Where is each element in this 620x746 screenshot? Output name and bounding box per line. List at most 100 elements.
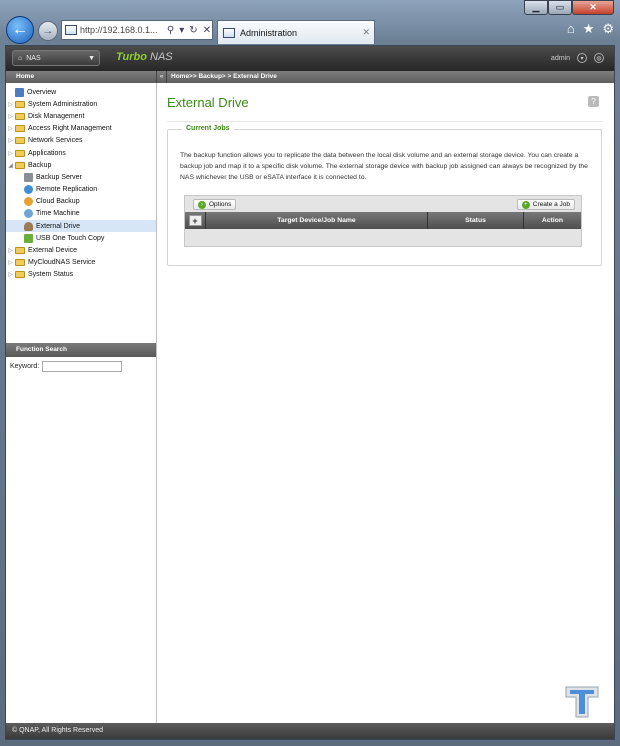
table-header: + Target Device/Job Name Status Action (185, 212, 581, 229)
sidebar-item-external-drive[interactable]: External Drive (6, 220, 156, 233)
folder-icon (15, 247, 25, 255)
title-divider (167, 121, 602, 122)
sidebar-item-label: Cloud Backup (36, 198, 80, 206)
user-area: admin ▾ ◍ (551, 53, 604, 63)
expand-icon[interactable]: ▷ (6, 125, 15, 132)
back-arrow-icon[interactable]: ← (6, 16, 34, 44)
expand-icon[interactable]: ▷ (6, 247, 15, 254)
section-title: Current Jobs (182, 125, 234, 132)
column-action[interactable]: Action (524, 212, 581, 229)
collapse-icon[interactable]: ◢ (6, 162, 15, 169)
home-icon[interactable]: ⌂ (567, 21, 575, 37)
sidebar-item-label: Backup (28, 161, 52, 169)
folder-icon (15, 149, 25, 157)
usb-icon (24, 233, 33, 243)
sidebar-item-label: External Drive (36, 222, 80, 230)
address-bar[interactable]: http://192.168.0.1... ⚲ ▾ ↻ ✕ (61, 20, 213, 40)
options-label: Options (209, 201, 232, 208)
page-footer: © QNAP, All Rights Reserved (6, 723, 614, 739)
globe-icon[interactable]: ◍ (594, 53, 604, 63)
table-toolbar: › Options + Create a Job (185, 196, 581, 212)
page-title: External Drive (167, 95, 249, 110)
navigation-tree: Overview ▷ System Administration ▷ Disk Ma… (6, 83, 156, 281)
expand-icon[interactable]: ▷ (6, 259, 15, 266)
gear-icon[interactable]: ⚙ (602, 21, 614, 37)
folder-icon (15, 125, 25, 133)
sidebar-item-usb-one-touch-copy[interactable]: USB One Touch Copy (6, 232, 156, 244)
tab-label: Administration (240, 27, 298, 38)
sidebar-item-mycloudnas-service[interactable]: ▷ MyCloudNAS Service (6, 257, 156, 269)
keyword-input[interactable] (42, 361, 123, 372)
maximize-button[interactable]: ▭ (548, 0, 572, 15)
sidebar-item-access-right-management[interactable]: ▷ Access Right Management (6, 123, 156, 135)
arrow-right-icon: › (198, 200, 206, 209)
breadcrumb-bar: Home « Home>> Backup> > External Drive (6, 71, 614, 83)
cloud-icon (24, 197, 33, 207)
collapse-sidebar-icon[interactable]: « (157, 71, 167, 83)
create-job-button[interactable]: + Create a Job (516, 199, 575, 210)
plus-icon[interactable]: + (188, 215, 202, 226)
web-page: ⌂ NAS ▼ Turbo NAS admin ▾ ◍ Home « Home>… (5, 45, 615, 740)
options-button[interactable]: › Options (193, 199, 237, 210)
globe-icon (24, 185, 33, 195)
server-icon (24, 172, 33, 182)
sidebar-item-system-status[interactable]: ▷ System Status (6, 269, 156, 281)
search-icon[interactable]: ⚲ (166, 25, 175, 36)
column-status[interactable]: Status (428, 212, 524, 229)
tab-page-icon (223, 27, 235, 38)
help-icon[interactable]: ? (588, 96, 599, 107)
folder-icon (15, 271, 25, 279)
sidebar-item-label: System Administration (28, 100, 98, 108)
column-target-device[interactable]: Target Device/Job Name (206, 212, 428, 229)
favorites-star-icon[interactable]: ★ (583, 21, 595, 37)
sidebar-item-external-device[interactable]: ▷ External Device (6, 244, 156, 256)
sidebar-home-label: Home (6, 71, 157, 83)
sidebar-item-applications[interactable]: ▷ Applications (6, 147, 156, 159)
expand-icon[interactable]: ▷ (6, 101, 15, 108)
user-dropdown-icon[interactable]: ▾ (577, 53, 587, 63)
sidebar-item-backup[interactable]: ◢ Backup (6, 159, 156, 171)
window-controls: ▁ ▭ ✕ (524, 0, 614, 15)
username[interactable]: admin (551, 55, 570, 62)
forward-arrow-icon[interactable]: → (38, 21, 58, 41)
sidebar-item-remote-replication[interactable]: Remote Replication (6, 184, 156, 196)
browser-toolbar: ⌂ ★ ⚙ (567, 21, 614, 37)
clock-icon (24, 209, 33, 219)
folder-icon (15, 112, 25, 120)
sidebar-item-disk-management[interactable]: ▷ Disk Management (6, 110, 156, 122)
create-job-label: Create a Job (532, 201, 570, 208)
overview-icon (15, 87, 24, 97)
tab-administration[interactable]: Administration ✕ (217, 20, 375, 44)
sidebar: Overview ▷ System Administration ▷ Disk Ma… (6, 83, 157, 739)
page-icon (65, 25, 77, 35)
sidebar-item-overview[interactable]: Overview (6, 86, 156, 98)
minimize-button[interactable]: ▁ (524, 0, 548, 15)
app-header: ⌂ NAS ▼ Turbo NAS admin ▾ ◍ (6, 46, 614, 71)
sidebar-item-cloud-backup[interactable]: Cloud Backup (6, 196, 156, 208)
expand-icon[interactable]: ▷ (6, 150, 15, 157)
expand-icon[interactable]: ▷ (6, 113, 15, 120)
sidebar-item-backup-server[interactable]: Backup Server (6, 171, 156, 183)
address-url[interactable]: http://192.168.0.1... (80, 25, 163, 35)
dropdown-icon[interactable]: ▾ (178, 25, 185, 36)
sidebar-item-label: USB One Touch Copy (36, 234, 105, 242)
chevron-down-icon: ▼ (88, 54, 95, 62)
sidebar-item-network-services[interactable]: ▷ Network Services (6, 135, 156, 147)
expand-column: + (185, 212, 206, 229)
tab-close-icon[interactable]: ✕ (362, 27, 374, 38)
sidebar-item-label: MyCloudNAS Service (28, 259, 96, 267)
open-folder-icon (15, 161, 25, 169)
close-button[interactable]: ✕ (572, 0, 614, 15)
browser-window: ▁ ▭ ✕ ← → http://192.168.0.1... ⚲ ▾ ↻ ✕ … (0, 0, 620, 746)
expand-icon[interactable]: ▷ (6, 271, 15, 278)
brand-nas: NAS (150, 51, 173, 63)
breadcrumb[interactable]: Home>> Backup> > External Drive (167, 71, 277, 83)
function-search-title: Function Search (6, 343, 156, 357)
sidebar-item-time-machine[interactable]: Time Machine (6, 208, 156, 220)
nas-menu-button[interactable]: ⌂ NAS ▼ (12, 50, 100, 66)
stop-icon[interactable]: ✕ (202, 25, 212, 36)
sidebar-item-label: Network Services (28, 137, 83, 145)
sidebar-item-system-administration[interactable]: ▷ System Administration (6, 98, 156, 110)
refresh-icon[interactable]: ↻ (188, 25, 198, 36)
expand-icon[interactable]: ▷ (6, 137, 15, 144)
